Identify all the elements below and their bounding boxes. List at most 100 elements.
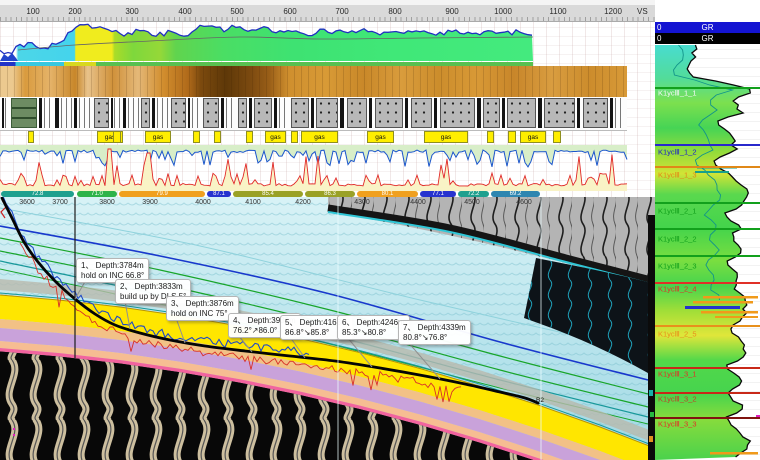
ruler-tick-label: 100 bbox=[26, 7, 39, 16]
lithology-block bbox=[249, 98, 252, 128]
formation-top-line bbox=[655, 367, 760, 369]
lithology-block bbox=[544, 98, 575, 128]
md-depth-label: 4100 bbox=[245, 199, 261, 206]
formation-top-line bbox=[655, 202, 760, 204]
lithology-block bbox=[375, 98, 403, 128]
lithology-block bbox=[39, 98, 42, 128]
lithology-block bbox=[538, 98, 542, 128]
lithology-block bbox=[94, 98, 109, 128]
formation-top-label: K1ycⅢ_2_1 bbox=[658, 207, 697, 216]
lithology-block bbox=[405, 98, 408, 128]
formation-top-line bbox=[655, 144, 760, 146]
lithology-block bbox=[615, 98, 624, 128]
gas-marker: gas bbox=[265, 131, 286, 143]
gr-curve-name: GR bbox=[655, 33, 760, 44]
md-depth-label: 3800 bbox=[99, 199, 115, 206]
lithology-block bbox=[44, 98, 53, 128]
lithology-block bbox=[279, 98, 289, 128]
lithology-block bbox=[128, 98, 139, 128]
lithology-block bbox=[316, 98, 338, 128]
formation-top-label: K1ycⅢ_2_2 bbox=[658, 235, 697, 244]
lithology-block bbox=[5, 98, 9, 128]
trajectory-callout[interactable]: 7、 Depth:4339m80.8°↘76.8° bbox=[398, 320, 471, 345]
gas-marker: gas bbox=[424, 131, 468, 143]
lithology-block bbox=[141, 98, 150, 128]
md-depth-label: 4300 bbox=[354, 199, 370, 206]
vs-ruler: VS 1002003004005006007008009001000110012… bbox=[0, 0, 655, 22]
lithology-block bbox=[171, 98, 186, 128]
md-depth-label: 4400 bbox=[410, 199, 426, 206]
formation-top-label: K1ycⅢ_1_2 bbox=[658, 148, 697, 157]
gas-marker: gas bbox=[520, 131, 546, 143]
lithology-block bbox=[369, 98, 372, 128]
lithology-block bbox=[583, 98, 608, 128]
lithology-block bbox=[347, 98, 367, 128]
lithology-block bbox=[74, 98, 77, 128]
formation-top-line bbox=[655, 282, 760, 284]
log-curves-track bbox=[0, 145, 648, 192]
gas-show-track: gasgasgasgasgasgasgas bbox=[0, 131, 627, 144]
lithology-block bbox=[152, 98, 155, 128]
gas-marker bbox=[28, 131, 34, 143]
lithology-block bbox=[192, 98, 201, 128]
lithology-block bbox=[79, 98, 92, 128]
ruler-unit-label: VS bbox=[637, 7, 648, 16]
lithology-block bbox=[477, 98, 481, 128]
gr-side-panel: 0 GR 0 GR K1ycⅢ_1_1K1ycⅢ_1_2K1ycⅢ_1_3K1y… bbox=[655, 22, 760, 460]
lithology-block bbox=[291, 98, 309, 128]
gas-marker: gas bbox=[145, 131, 171, 143]
formation-top-line bbox=[655, 325, 760, 327]
lithology-block bbox=[221, 98, 224, 128]
gas-marker bbox=[246, 131, 253, 143]
callout-depth-line: 3、 Depth:3876m bbox=[171, 299, 234, 309]
ruler-tick-label: 900 bbox=[445, 7, 458, 16]
lithology-block bbox=[203, 98, 219, 128]
lithology-block bbox=[577, 98, 580, 128]
ruler-tick-label: 800 bbox=[388, 7, 401, 16]
gas-marker bbox=[193, 131, 200, 143]
magenta-dot bbox=[13, 434, 15, 436]
md-depth-label: 4200 bbox=[295, 199, 311, 206]
formation-top-label: K1ycⅢ_3_3 bbox=[658, 420, 697, 429]
lithology-block bbox=[114, 98, 121, 128]
ruler-tick-label: 700 bbox=[335, 7, 348, 16]
gas-marker: gas bbox=[301, 131, 338, 143]
gas-marker bbox=[508, 131, 516, 143]
gas-marker bbox=[291, 131, 298, 143]
formation-top-label: K1ycⅢ_2_5 bbox=[658, 330, 697, 339]
formation-top-line bbox=[655, 166, 760, 168]
formation-top-line bbox=[655, 255, 760, 257]
callout-detail-line: hold on INC 75° bbox=[171, 309, 234, 319]
lithology-block bbox=[483, 98, 500, 128]
md-depth-label: 4500 bbox=[464, 199, 480, 206]
lithology-block bbox=[440, 98, 475, 128]
gr-header-blue[interactable]: 0 GR bbox=[655, 22, 760, 33]
ruler-tick-label: 600 bbox=[283, 7, 296, 16]
md-depth-label: 4600 bbox=[516, 199, 532, 206]
lithology-block bbox=[61, 98, 72, 128]
formation-top-label: K1ycⅢ_1_3 bbox=[658, 171, 697, 180]
gr-track-chart bbox=[0, 22, 648, 62]
lithology-block bbox=[226, 98, 236, 128]
ruler-tick-label: 1000 bbox=[494, 7, 512, 16]
lithology-block bbox=[11, 98, 37, 128]
md-depth-label: 3600 bbox=[19, 199, 35, 206]
cross-section-canvas[interactable]: B2 3500360037003800390040004100420043004… bbox=[0, 197, 655, 460]
md-depth-label: 3700 bbox=[52, 199, 68, 206]
md-depth-label: 4000 bbox=[195, 199, 211, 206]
callout-depth-line: 6、 Depth:4246m bbox=[342, 318, 405, 328]
gas-marker bbox=[214, 131, 221, 143]
lithology-block bbox=[111, 98, 113, 128]
ruler-tick-label: 1200 bbox=[604, 7, 622, 16]
callout-depth-line: 1、 Depth:3784m bbox=[81, 261, 144, 271]
gr-header-black[interactable]: 0 GR bbox=[655, 33, 760, 44]
lithology-block bbox=[2, 98, 4, 128]
formation-top-line bbox=[655, 392, 760, 394]
md-depth-label: 3900 bbox=[142, 199, 158, 206]
lithology-block bbox=[610, 98, 613, 128]
lithology-block bbox=[502, 98, 505, 128]
lithology-block bbox=[254, 98, 272, 128]
lithology-block bbox=[188, 98, 190, 128]
gas-marker bbox=[113, 131, 121, 143]
formation-top-line bbox=[655, 228, 760, 230]
